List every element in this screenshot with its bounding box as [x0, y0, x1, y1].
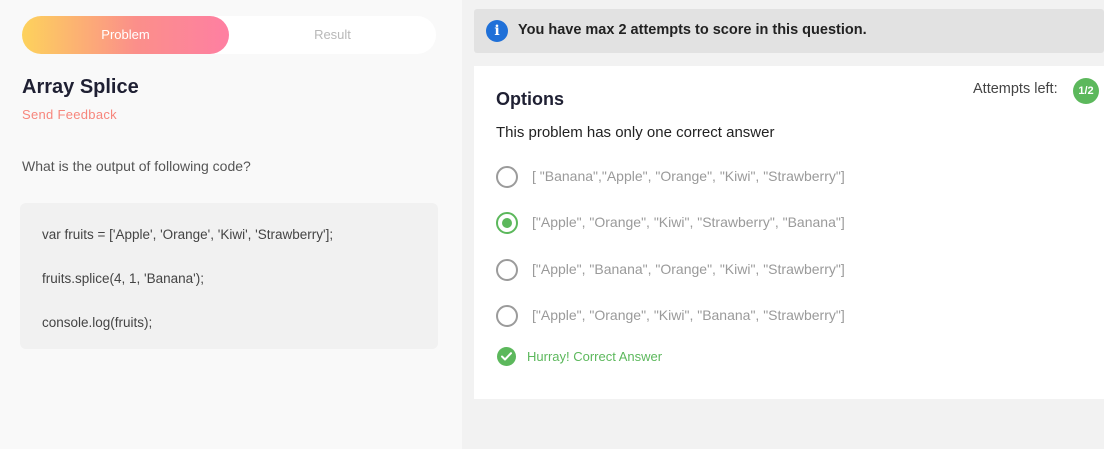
option-label: ["Apple", "Orange", "Kiwi", "Banana", "S…	[532, 307, 845, 323]
code-line: var fruits = ['Apple', 'Orange', 'Kiwi',…	[42, 227, 334, 242]
option-label: ["Apple", "Banana", "Orange", "Kiwi", "S…	[532, 261, 845, 277]
option-label: [ "Banana","Apple", "Orange", "Kiwi", "S…	[532, 168, 845, 184]
code-line: fruits.splice(4, 1, 'Banana');	[42, 271, 204, 286]
question-text: What is the output of following code?	[22, 158, 251, 174]
check-circle-icon	[497, 347, 516, 366]
tab-problem[interactable]: Problem	[22, 16, 229, 54]
options-title: Options	[496, 89, 564, 109]
option-3[interactable]: ["Apple", "Banana", "Orange", "Kiwi", "S…	[495, 258, 1055, 282]
option-label: ["Apple", "Orange", "Kiwi", "Strawberry"…	[532, 214, 845, 230]
radio-button[interactable]	[496, 259, 518, 281]
code-line: console.log(fruits);	[42, 315, 153, 330]
attempts-info-banner: i You have max 2 attempts to score in th…	[474, 9, 1104, 53]
options-card: Options Attempts left: 1/2 This problem …	[474, 66, 1104, 399]
banner-text: You have max 2 attempts to score in this…	[518, 22, 867, 38]
option-1[interactable]: [ "Banana","Apple", "Orange", "Kiwi", "S…	[495, 165, 1055, 189]
attempts-left-badge: 1/2	[1073, 78, 1099, 104]
radio-button-selected[interactable]	[496, 212, 518, 234]
options-subtitle: This problem has only one correct answer	[496, 124, 775, 141]
problem-panel: Problem Result Array Splice Send Feedbac…	[0, 0, 462, 449]
send-feedback-link[interactable]: Send Feedback	[22, 107, 117, 122]
option-2[interactable]: ["Apple", "Orange", "Kiwi", "Strawberry"…	[495, 211, 1055, 235]
info-icon: i	[486, 20, 508, 42]
attempts-left-label: Attempts left:	[973, 81, 1058, 97]
option-4[interactable]: ["Apple", "Orange", "Kiwi", "Banana", "S…	[495, 304, 1055, 328]
tab-result[interactable]: Result	[229, 16, 436, 54]
answer-panel: i You have max 2 attempts to score in th…	[462, 0, 1104, 449]
radio-button[interactable]	[496, 166, 518, 188]
tab-bar: Problem Result	[22, 16, 436, 54]
code-block: var fruits = ['Apple', 'Orange', 'Kiwi',…	[20, 203, 438, 349]
correct-answer-text: Hurray! Correct Answer	[527, 349, 663, 364]
radio-button[interactable]	[496, 305, 518, 327]
problem-title: Array Splice	[22, 76, 139, 98]
